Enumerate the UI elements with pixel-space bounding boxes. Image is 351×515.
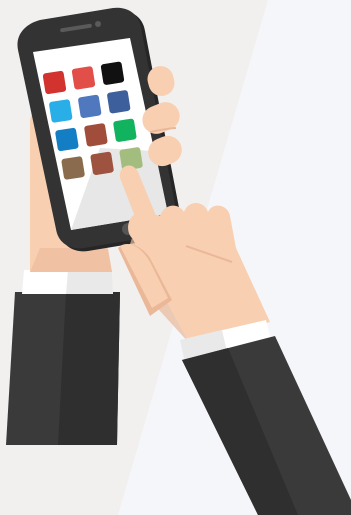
left-sleeve	[6, 292, 120, 445]
app-icon-tile	[100, 61, 125, 85]
illustration-scene	[0, 0, 351, 515]
app-icon-tile	[90, 151, 114, 175]
app-icon-tile	[113, 118, 137, 142]
app-icon-tile	[42, 70, 67, 95]
app-icon-tile	[49, 99, 73, 123]
left-cuff	[22, 270, 113, 294]
phone-camera	[95, 21, 101, 27]
hands-holding-phone-illustration	[0, 0, 351, 515]
app-icon-tile	[78, 94, 102, 118]
app-icon-tile	[55, 127, 79, 152]
app-icon-tile	[84, 123, 108, 147]
app-icon-tile	[71, 66, 96, 90]
app-icon-tile	[61, 156, 85, 180]
app-icon-tile	[107, 90, 131, 114]
